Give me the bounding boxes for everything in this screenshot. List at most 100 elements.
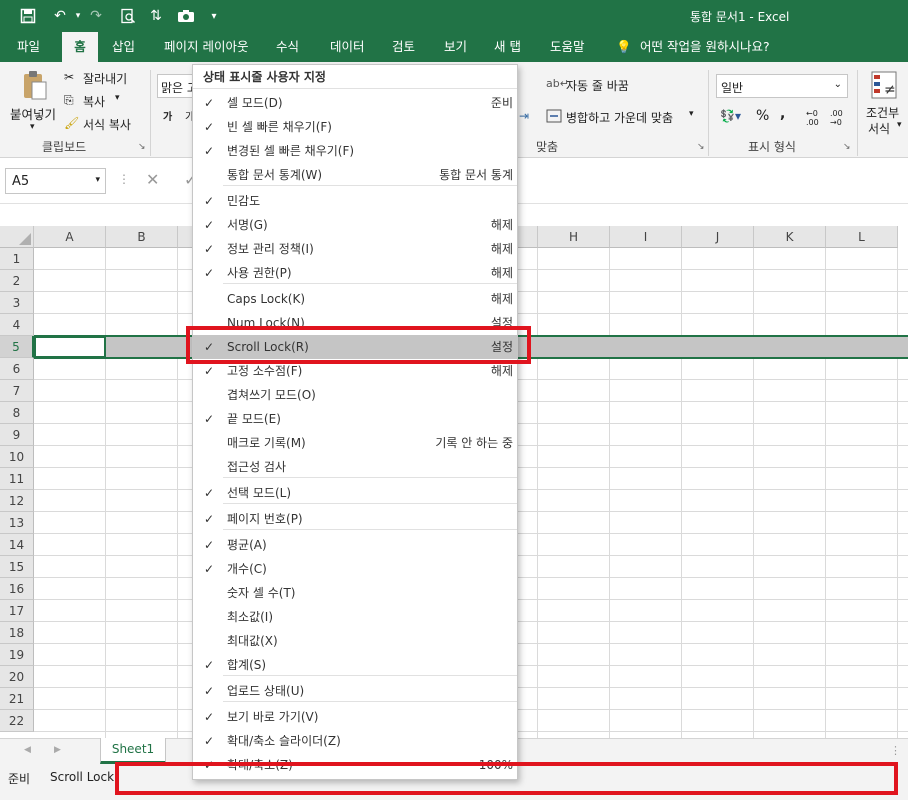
tab-help[interactable]: 도움말: [544, 32, 591, 62]
menu-item[interactable]: ✓ 확대/축소 슬라이더(Z): [193, 729, 517, 753]
name-box[interactable]: A5 ▾: [5, 168, 106, 194]
clipboard-launcher-icon[interactable]: ↘: [138, 142, 146, 152]
paste-dropdown-icon[interactable]: ▾: [30, 122, 35, 132]
row-header-20[interactable]: 20: [0, 666, 34, 688]
menu-item[interactable]: ✓ 셀 모드(D) 준비: [193, 91, 517, 115]
menu-item[interactable]: ✓ 보기 바로 가기(V): [193, 705, 517, 729]
tab-formulas[interactable]: 수식: [270, 32, 305, 62]
menu-item[interactable]: 접근성 검사: [193, 455, 517, 479]
decrease-decimal-icon[interactable]: .00 →0: [830, 109, 843, 127]
row-header-16[interactable]: 16: [0, 578, 34, 600]
conditional-format-dropdown-icon[interactable]: ▾: [897, 120, 902, 130]
column-header-l[interactable]: L: [826, 226, 898, 248]
column-header-j[interactable]: J: [682, 226, 754, 248]
row-header-5[interactable]: 5: [0, 336, 34, 358]
print-preview-icon[interactable]: [118, 6, 138, 26]
menu-item[interactable]: ✓ 업로드 상태(U): [193, 679, 517, 703]
menu-item[interactable]: 최소값(I): [193, 605, 517, 629]
wrap-text-button[interactable]: 자동 줄 바꿈: [566, 77, 629, 94]
menu-item[interactable]: ✓ 변경된 셀 빠른 채우기(F): [193, 139, 517, 163]
row-header-7[interactable]: 7: [0, 380, 34, 402]
menu-item[interactable]: 통합 문서 통계(W) 통합 문서 통계: [193, 163, 517, 187]
sheet-scroll-right-icon[interactable]: ▶: [54, 745, 61, 755]
menu-item[interactable]: ✓ 빈 셀 빠른 채우기(F): [193, 115, 517, 139]
camera-icon[interactable]: [176, 6, 196, 26]
row-header-13[interactable]: 13: [0, 512, 34, 534]
cut-button[interactable]: 잘라내기: [83, 70, 127, 87]
column-header-h[interactable]: H: [538, 226, 610, 248]
percent-style-icon[interactable]: %: [756, 108, 769, 124]
sheet-scroll-left-icon[interactable]: ◀: [24, 745, 31, 755]
row-header-3[interactable]: 3: [0, 292, 34, 314]
menu-item[interactable]: 겹쳐쓰기 모드(O): [193, 383, 517, 407]
indent-icon[interactable]: ⇥: [519, 109, 529, 123]
menu-item[interactable]: ✓ 정보 관리 정책(I) 해제: [193, 237, 517, 261]
row-header-8[interactable]: 8: [0, 402, 34, 424]
tab-review[interactable]: 검토: [386, 32, 421, 62]
row-header-19[interactable]: 19: [0, 644, 34, 666]
row-header-11[interactable]: 11: [0, 468, 34, 490]
tab-split-grip-icon[interactable]: ⋮: [890, 744, 901, 757]
menu-item[interactable]: ✓ 페이지 번호(P): [193, 507, 517, 531]
conditional-format-icon[interactable]: ≠: [870, 70, 900, 100]
redo-icon[interactable]: ↷: [86, 6, 106, 26]
menu-item[interactable]: ✓ 서명(G) 해제: [193, 213, 517, 237]
conditional-format-button[interactable]: 조건부: [866, 104, 899, 121]
font-size-up-icon[interactable]: 가: [163, 108, 172, 123]
customize-qat-icon[interactable]: ▾: [204, 6, 224, 26]
tab-page-layout[interactable]: 페이지 레이아웃: [158, 32, 254, 62]
active-cell-a5[interactable]: [34, 336, 106, 358]
row-header-18[interactable]: 18: [0, 622, 34, 644]
column-header-k[interactable]: K: [754, 226, 826, 248]
tab-new[interactable]: 새 탭: [488, 32, 527, 62]
number-launcher-icon[interactable]: ↘: [843, 142, 851, 152]
menu-item[interactable]: 최대값(X): [193, 629, 517, 653]
menu-item[interactable]: ✓ 끝 모드(E): [193, 407, 517, 431]
undo-icon[interactable]: ↶: [50, 6, 70, 26]
sort-icon[interactable]: ⇅: [146, 6, 166, 26]
column-header-i[interactable]: I: [610, 226, 682, 248]
row-header-21[interactable]: 21: [0, 688, 34, 710]
menu-item[interactable]: ✓ 평균(A): [193, 533, 517, 557]
menu-item[interactable]: ✓ 합계(S): [193, 653, 517, 677]
menu-item[interactable]: ✓ 선택 모드(L): [193, 481, 517, 505]
row-header-22[interactable]: 22: [0, 710, 34, 732]
tab-home[interactable]: 홈: [62, 32, 98, 62]
increase-decimal-icon[interactable]: ←0.00: [806, 109, 819, 127]
merge-center-icon[interactable]: [546, 109, 562, 126]
format-painter-button[interactable]: 서식 복사: [83, 116, 131, 133]
menu-item[interactable]: ✓ 민감도: [193, 189, 517, 213]
row-header-4[interactable]: 4: [0, 314, 34, 336]
format-painter-icon[interactable]: 🖌: [64, 116, 79, 130]
row-header-1[interactable]: 1: [0, 248, 34, 270]
row-header-12[interactable]: 12: [0, 490, 34, 512]
row-header-2[interactable]: 2: [0, 270, 34, 292]
cut-icon[interactable]: ✂: [64, 70, 74, 84]
comma-style-icon[interactable]: ,: [780, 106, 785, 122]
row-header-14[interactable]: 14: [0, 534, 34, 556]
conditional-format-button-line2[interactable]: 서식: [868, 120, 890, 137]
cancel-icon[interactable]: ✕: [146, 170, 159, 189]
select-all-corner[interactable]: [0, 226, 34, 248]
font-name-box[interactable]: 맑은 고딕: [157, 74, 197, 98]
undo-dropdown-icon[interactable]: ▾: [68, 6, 88, 26]
menu-item[interactable]: ✓ 개수(C): [193, 557, 517, 581]
menu-item[interactable]: 숫자 셀 수(T): [193, 581, 517, 605]
row-header-15[interactable]: 15: [0, 556, 34, 578]
row-header-9[interactable]: 9: [0, 424, 34, 446]
menu-item[interactable]: ✓ 사용 권한(P) 해제: [193, 261, 517, 285]
tab-view[interactable]: 보기: [438, 32, 473, 62]
tab-file[interactable]: 파일: [11, 32, 46, 62]
paste-icon[interactable]: [22, 70, 48, 100]
copy-dropdown-icon[interactable]: ▾: [115, 93, 120, 103]
sheet-tab-sheet1[interactable]: Sheet1: [100, 738, 166, 764]
merge-center-button[interactable]: 병합하고 가운데 맞춤: [566, 109, 673, 126]
alignment-launcher-icon[interactable]: ↘: [697, 142, 705, 152]
number-format-dropdown[interactable]: 일반 ⌄: [716, 74, 848, 98]
column-header-b[interactable]: B: [106, 226, 178, 248]
menu-item[interactable]: Caps Lock(K) 해제: [193, 287, 517, 311]
tell-me-input[interactable]: 어떤 작업을 원하시나요?: [634, 32, 776, 62]
menu-item[interactable]: 매크로 기록(M) 기록 안 하는 중: [193, 431, 517, 455]
copy-button[interactable]: 복사: [83, 93, 105, 110]
save-icon[interactable]: [18, 6, 38, 26]
